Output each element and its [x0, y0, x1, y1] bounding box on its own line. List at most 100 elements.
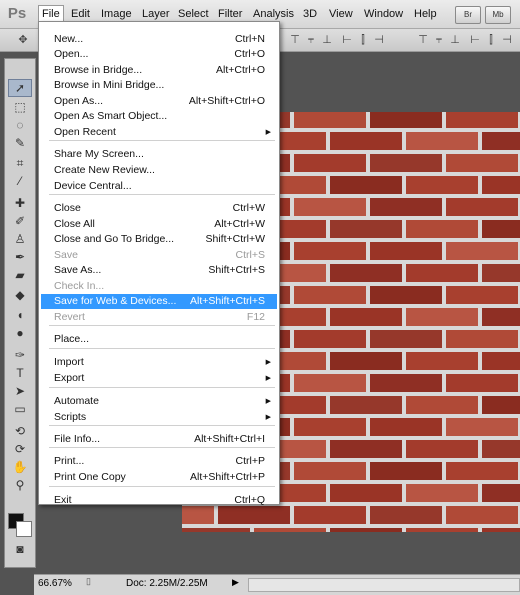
- dodge-tool-icon[interactable]: ●: [9, 325, 31, 341]
- align-left-icon[interactable]: ⊢: [340, 33, 354, 47]
- 3d-rotate-tool-icon[interactable]: ⟲: [9, 423, 31, 439]
- align-hcenter-icon[interactable]: ⫿: [356, 33, 370, 47]
- file-menu-item-print[interactable]: Print... Ctrl+P: [41, 454, 277, 469]
- file-menu-item-open-as[interactable]: Open As... Alt+Shift+Ctrl+O: [41, 94, 277, 109]
- menu-help[interactable]: Help: [414, 6, 437, 22]
- file-menu-item-create-new-review[interactable]: Create New Review...: [41, 163, 277, 178]
- menu-filter[interactable]: Filter: [218, 6, 242, 22]
- brick: [254, 528, 326, 532]
- menu-select[interactable]: Select: [178, 6, 209, 22]
- history-brush-tool-icon[interactable]: ✒: [9, 249, 31, 265]
- move-tool-icon[interactable]: ➚: [8, 79, 32, 97]
- clone-stamp-tool-icon[interactable]: ♙: [9, 231, 31, 247]
- menu-item-label: Open...: [54, 48, 89, 60]
- file-menu-dropdown: New... Ctrl+N Open... Ctrl+O Browse in Bridg…: [38, 21, 280, 508]
- status-bar: 66.67% ▯ Doc: 2.25M/2.25M ▶: [34, 574, 520, 595]
- menu-view[interactable]: View: [329, 6, 353, 22]
- distribute-bottom-icon[interactable]: ⊥: [448, 33, 462, 47]
- file-menu-item-scripts[interactable]: Scripts ▶: [41, 410, 277, 425]
- path-selection-tool-icon[interactable]: ➤: [9, 383, 31, 399]
- menu-layer[interactable]: Layer: [142, 6, 170, 22]
- distribute-top-icon[interactable]: ⊤: [416, 33, 430, 47]
- menu-item-label: Device Central...: [54, 180, 132, 192]
- menu-window[interactable]: Window: [364, 6, 403, 22]
- menu-analysis[interactable]: Analysis: [253, 6, 294, 22]
- distribute-left-icon[interactable]: ⊢: [468, 33, 482, 47]
- file-menu-item-file-info[interactable]: File Info... Alt+Shift+Ctrl+I: [41, 432, 277, 447]
- distribute-right-icon[interactable]: ⊣: [500, 33, 514, 47]
- file-menu-item-save-as[interactable]: Save As... Shift+Ctrl+S: [41, 263, 277, 278]
- 3d-orbit-tool-icon[interactable]: ⟳: [9, 441, 31, 457]
- file-menu-item-device-central[interactable]: Device Central...: [41, 179, 277, 194]
- brick: [370, 330, 442, 348]
- brick: [294, 462, 366, 480]
- eraser-tool-icon[interactable]: ▰: [9, 267, 31, 283]
- align-vcenter-icon[interactable]: ⫧: [304, 33, 318, 47]
- quick-mask-icon[interactable]: ◙: [9, 541, 31, 557]
- file-menu-item-open-recent[interactable]: Open Recent ▶: [41, 125, 277, 140]
- menu-image[interactable]: Image: [101, 6, 132, 22]
- file-menu-item-browse-in-mini-bridge[interactable]: Browse in Mini Bridge...: [41, 78, 277, 93]
- brick: [370, 506, 442, 524]
- mini-bridge-button[interactable]: Mb: [485, 6, 511, 24]
- brush-tool-icon[interactable]: ✐: [9, 213, 31, 229]
- file-menu-item-automate[interactable]: Automate ▶: [41, 394, 277, 409]
- status-arrow-icon[interactable]: ▶: [232, 577, 239, 588]
- menu-3d[interactable]: 3D: [303, 6, 317, 22]
- rectangle-tool-icon[interactable]: ▭: [9, 401, 31, 417]
- lasso-tool-icon[interactable]: ◌: [9, 117, 31, 133]
- align-top-icon[interactable]: ⊤: [288, 33, 302, 47]
- file-menu-item-print-one-copy[interactable]: Print One Copy Alt+Shift+Ctrl+P: [41, 470, 277, 485]
- distribute-vcenter-icon[interactable]: ⫧: [432, 33, 446, 47]
- menu-edit[interactable]: Edit: [71, 6, 90, 22]
- file-menu-item-new[interactable]: New... Ctrl+N: [41, 32, 277, 47]
- brick: [406, 440, 478, 458]
- brick: [482, 264, 520, 282]
- align-bottom-icon[interactable]: ⊥: [320, 33, 334, 47]
- hand-tool-icon[interactable]: ✋: [9, 459, 31, 475]
- align-right-icon[interactable]: ⊣: [372, 33, 386, 47]
- healing-brush-tool-icon[interactable]: ✚: [9, 195, 31, 211]
- brick: [482, 528, 520, 532]
- file-menu-item-open-as-smart-object[interactable]: Open As Smart Object...: [41, 109, 277, 124]
- file-menu-item-browse-in-bridge[interactable]: Browse in Bridge... Alt+Ctrl+O: [41, 63, 277, 78]
- file-menu-item-close-and-go-to-bridge[interactable]: Close and Go To Bridge... Shift+Ctrl+W: [41, 232, 277, 247]
- brick: [482, 132, 520, 150]
- brick: [446, 374, 518, 392]
- horizontal-scrollbar[interactable]: [248, 578, 520, 592]
- photoshop-logo: Ps: [7, 5, 27, 22]
- file-menu-item-close-all[interactable]: Close All Alt+Ctrl+W: [41, 217, 277, 232]
- file-menu-item-close[interactable]: Close Ctrl+W: [41, 201, 277, 216]
- background-color-swatch[interactable]: [16, 521, 32, 537]
- file-menu-item-export[interactable]: Export ▶: [41, 371, 277, 386]
- paint-bucket-tool-icon[interactable]: ◆: [9, 287, 31, 303]
- file-menu-item-import[interactable]: Import ▶: [41, 355, 277, 370]
- brick: [406, 352, 478, 370]
- marquee-tool-icon[interactable]: ⬚: [9, 99, 31, 115]
- menu-item-shortcut: Ctrl+W: [232, 202, 265, 214]
- pen-tool-icon[interactable]: ✑: [9, 347, 31, 363]
- submenu-arrow-icon: ▶: [265, 359, 271, 366]
- file-menu-item-share-my-screen[interactable]: Share My Screen...: [41, 147, 277, 162]
- brick: [406, 396, 478, 414]
- file-menu-item-open[interactable]: Open... Ctrl+O: [41, 47, 277, 62]
- bridge-button[interactable]: Br: [455, 6, 481, 24]
- menu-separator: [49, 486, 275, 487]
- file-menu-item-exit[interactable]: Exit Ctrl+Q: [41, 493, 277, 508]
- distribute-hcenter-icon[interactable]: ⫿: [484, 33, 498, 47]
- file-menu-item-place[interactable]: Place...: [41, 332, 277, 347]
- blur-tool-icon[interactable]: ◖: [9, 307, 31, 323]
- type-tool-icon[interactable]: T: [9, 365, 31, 381]
- quick-selection-tool-icon[interactable]: ✎: [9, 135, 31, 151]
- move-tool-icon[interactable]: ✥: [16, 33, 30, 47]
- menu-item-label: Exit: [54, 494, 72, 506]
- zoom-tool-icon[interactable]: ⚲: [9, 477, 31, 493]
- crop-tool-icon[interactable]: ⌗: [9, 155, 31, 171]
- brick: [330, 264, 402, 282]
- eyedropper-tool-icon[interactable]: ⁄: [9, 173, 31, 189]
- menu-file[interactable]: File: [38, 5, 64, 22]
- menu-item-label: Save As...: [54, 264, 102, 276]
- zoom-level[interactable]: 66.67%: [38, 578, 72, 589]
- brick: [294, 506, 366, 524]
- file-menu-item-save-for-web-devices[interactable]: Save for Web & Devices... Alt+Shift+Ctrl+…: [41, 294, 277, 309]
